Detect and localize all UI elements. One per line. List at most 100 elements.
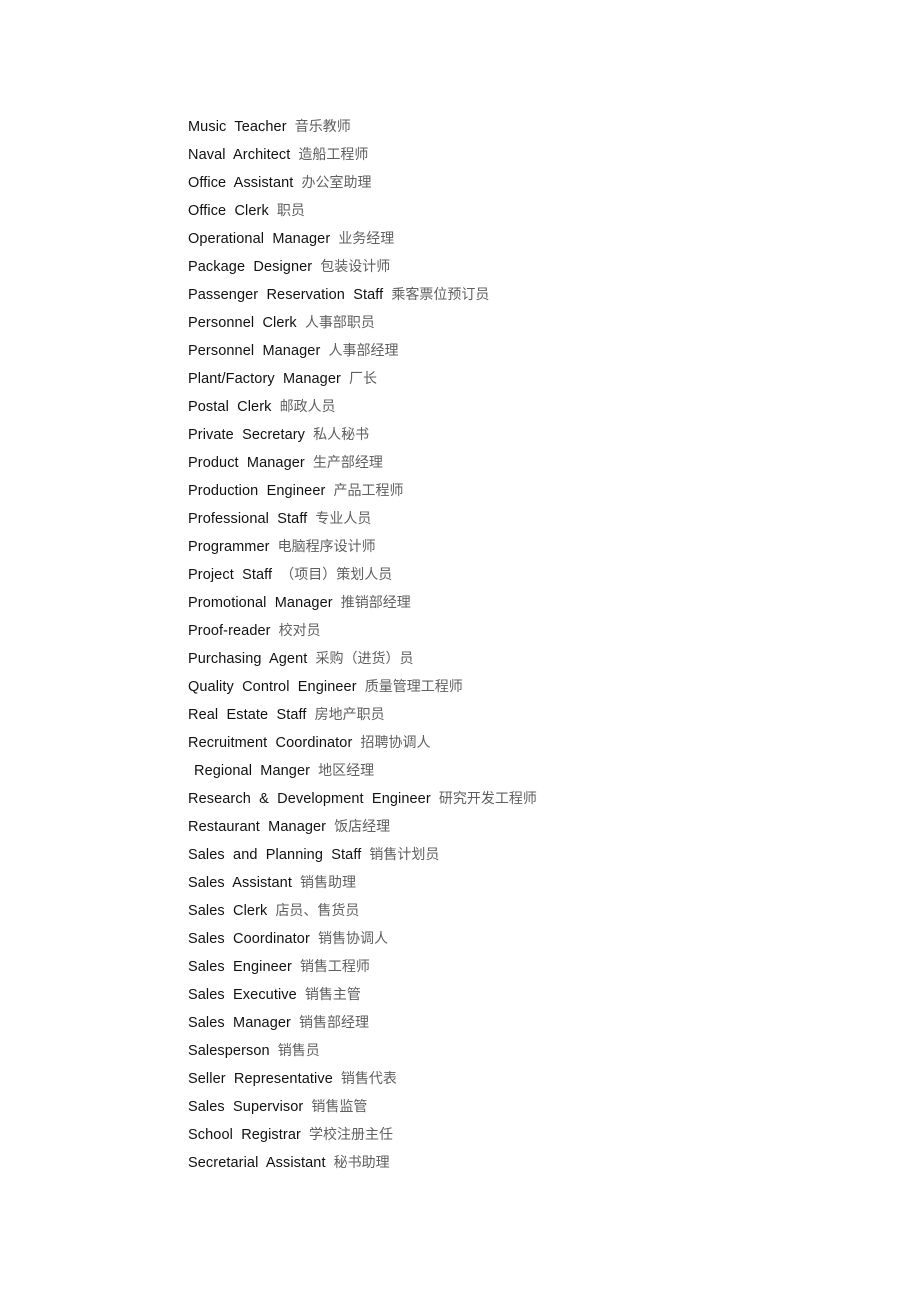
glossary-entry: Office Assistant 办公室助理 <box>188 169 808 197</box>
entry-term-english: Seller Representative <box>188 1071 333 1087</box>
glossary-entry: Sales Executive 销售主管 <box>188 981 808 1009</box>
glossary-entry: Music Teacher 音乐教师 <box>188 113 808 141</box>
entry-term-english: Passenger Reservation Staff <box>188 287 384 303</box>
entry-term-english: Sales Supervisor <box>188 1099 304 1115</box>
entry-term-english: Production Engineer <box>188 483 326 499</box>
glossary-entry: Purchasing Agent 采购（进货）员 <box>188 645 808 673</box>
entry-term-english: Personnel Clerk <box>188 315 297 331</box>
entry-term-english: Personnel Manager <box>188 343 321 359</box>
entry-gloss-chinese: 销售协调人 <box>317 931 388 947</box>
entry-gloss-chinese: 销售主管 <box>304 987 361 1003</box>
glossary-entry: Sales Engineer 销售工程师 <box>188 953 808 981</box>
glossary-entry: Plant/Factory Manager 厂长 <box>188 365 808 393</box>
entry-term-english: Office Clerk <box>188 203 269 219</box>
entry-term-english: Naval Architect <box>188 147 291 163</box>
entry-gloss-chinese: 招聘协调人 <box>360 735 431 751</box>
entry-term-english: Private Secretary <box>188 427 306 443</box>
entry-term-english: Salesperson <box>188 1043 270 1059</box>
entry-term-english: Plant/Factory Manager <box>188 371 341 387</box>
glossary-entry: Operational Manager 业务经理 <box>188 225 808 253</box>
entry-gloss-chinese: 销售监管 <box>311 1099 368 1115</box>
entry-gloss-chinese: 电脑程序设计师 <box>277 539 376 555</box>
entry-gloss-chinese: 私人秘书 <box>313 427 370 443</box>
entry-gloss-chinese: 采购（进货）员 <box>315 651 414 667</box>
entry-gloss-chinese: 校对员 <box>278 623 321 639</box>
glossary-page: Music Teacher 音乐教师 Naval Architect 造船工程师 O… <box>0 0 920 1302</box>
entry-term-english: Proof-reader <box>188 623 271 639</box>
entry-term-english: Secretarial Assistant <box>188 1155 326 1171</box>
entry-gloss-chinese: 音乐教师 <box>294 119 351 135</box>
entry-term-english: Research & Development Engineer <box>188 791 431 807</box>
glossary-entry: Project Staff （项目）策划人员 <box>188 561 808 589</box>
entry-gloss-chinese: 销售工程师 <box>299 959 370 975</box>
glossary-entry: Sales Assistant 销售助理 <box>188 869 808 897</box>
glossary-entry: Proof-reader 校对员 <box>188 617 808 645</box>
glossary-entry: Postal Clerk 邮政人员 <box>188 393 808 421</box>
entry-gloss-chinese: 邮政人员 <box>279 399 336 415</box>
entry-gloss-chinese: 推销部经理 <box>340 595 411 611</box>
entry-gloss-chinese: 店员、售货员 <box>275 903 360 919</box>
entry-term-english: Package Designer <box>188 259 313 275</box>
glossary-entry: Regional Manger 地区经理 <box>188 757 808 785</box>
entry-term-english: Sales Engineer <box>188 959 292 975</box>
glossary-entry: Recruitment Coordinator 招聘协调人 <box>188 729 808 757</box>
entry-gloss-chinese: 销售员 <box>277 1043 320 1059</box>
glossary-entry: Restaurant Manager 饭店经理 <box>188 813 808 841</box>
entry-gloss-chinese: 人事部职员 <box>304 315 375 331</box>
entry-term-english: Real Estate Staff <box>188 707 307 723</box>
glossary-entry: Personnel Clerk 人事部职员 <box>188 309 808 337</box>
entry-gloss-chinese: 研究开发工程师 <box>438 791 537 807</box>
entry-gloss-chinese: 质量管理工程师 <box>364 679 463 695</box>
entry-gloss-chinese: （项目）策划人员 <box>280 567 393 583</box>
entry-term-english: Operational Manager <box>188 231 331 247</box>
entry-term-english: Product Manager <box>188 455 305 471</box>
entry-gloss-chinese: 专业人员 <box>315 511 372 527</box>
glossary-entry: Production Engineer 产品工程师 <box>188 477 808 505</box>
entry-gloss-chinese: 生产部经理 <box>312 455 383 471</box>
entry-term-english: Programmer <box>188 539 270 555</box>
glossary-entry: Sales and Planning Staff 销售计划员 <box>188 841 808 869</box>
glossary-entry: Secretarial Assistant 秘书助理 <box>188 1149 808 1177</box>
entry-gloss-chinese: 包装设计师 <box>320 259 391 275</box>
entry-gloss-chinese: 造船工程师 <box>298 147 369 163</box>
entry-gloss-chinese: 厂长 <box>348 371 377 387</box>
glossary-entry: Naval Architect 造船工程师 <box>188 141 808 169</box>
glossary-entry: Private Secretary 私人秘书 <box>188 421 808 449</box>
glossary-entry-list: Music Teacher 音乐教师 Naval Architect 造船工程师 O… <box>188 113 808 1177</box>
entry-gloss-chinese: 业务经理 <box>338 231 395 247</box>
entry-term-english: Sales Assistant <box>188 875 292 891</box>
glossary-entry: Sales Supervisor 销售监管 <box>188 1093 808 1121</box>
entry-gloss-chinese: 销售助理 <box>300 875 357 891</box>
glossary-entry: Promotional Manager 推销部经理 <box>188 589 808 617</box>
glossary-entry: Package Designer 包装设计师 <box>188 253 808 281</box>
entry-term-english: Restaurant Manager <box>188 819 327 835</box>
glossary-entry: Sales Coordinator 销售协调人 <box>188 925 808 953</box>
glossary-entry: Professional Staff 专业人员 <box>188 505 808 533</box>
entry-gloss-chinese: 销售部经理 <box>299 1015 370 1031</box>
entry-term-english: Office Assistant <box>188 175 294 191</box>
glossary-entry: Sales Clerk 店员、售货员 <box>188 897 808 925</box>
entry-term-english: Recruitment Coordinator <box>188 735 353 751</box>
entry-term-english: Postal Clerk <box>188 399 272 415</box>
glossary-entry: Personnel Manager 人事部经理 <box>188 337 808 365</box>
entry-gloss-chinese: 地区经理 <box>318 763 375 779</box>
glossary-entry: Programmer 电脑程序设计师 <box>188 533 808 561</box>
entry-term-english: Sales Coordinator <box>188 931 310 947</box>
entry-term-english: Promotional Manager <box>188 595 333 611</box>
glossary-entry: Sales Manager 销售部经理 <box>188 1009 808 1037</box>
entry-term-english: Quality Control Engineer <box>188 679 357 695</box>
entry-gloss-chinese: 销售代表 <box>340 1071 397 1087</box>
entry-term-english: Purchasing Agent <box>188 651 308 667</box>
entry-gloss-chinese: 职员 <box>276 203 305 219</box>
entry-term-english: Sales Clerk <box>188 903 268 919</box>
entry-gloss-chinese: 产品工程师 <box>333 483 404 499</box>
glossary-entry: Product Manager 生产部经理 <box>188 449 808 477</box>
entry-gloss-chinese: 办公室助理 <box>301 175 372 191</box>
glossary-entry: Salesperson 销售员 <box>188 1037 808 1065</box>
entry-gloss-chinese: 学校注册主任 <box>308 1127 393 1143</box>
entry-term-english: Sales Manager <box>188 1015 291 1031</box>
glossary-entry: Real Estate Staff 房地产职员 <box>188 701 808 729</box>
glossary-entry: Office Clerk 职员 <box>188 197 808 225</box>
glossary-entry: Research & Development Engineer 研究开发工程师 <box>188 785 808 813</box>
glossary-entry: Seller Representative 销售代表 <box>188 1065 808 1093</box>
